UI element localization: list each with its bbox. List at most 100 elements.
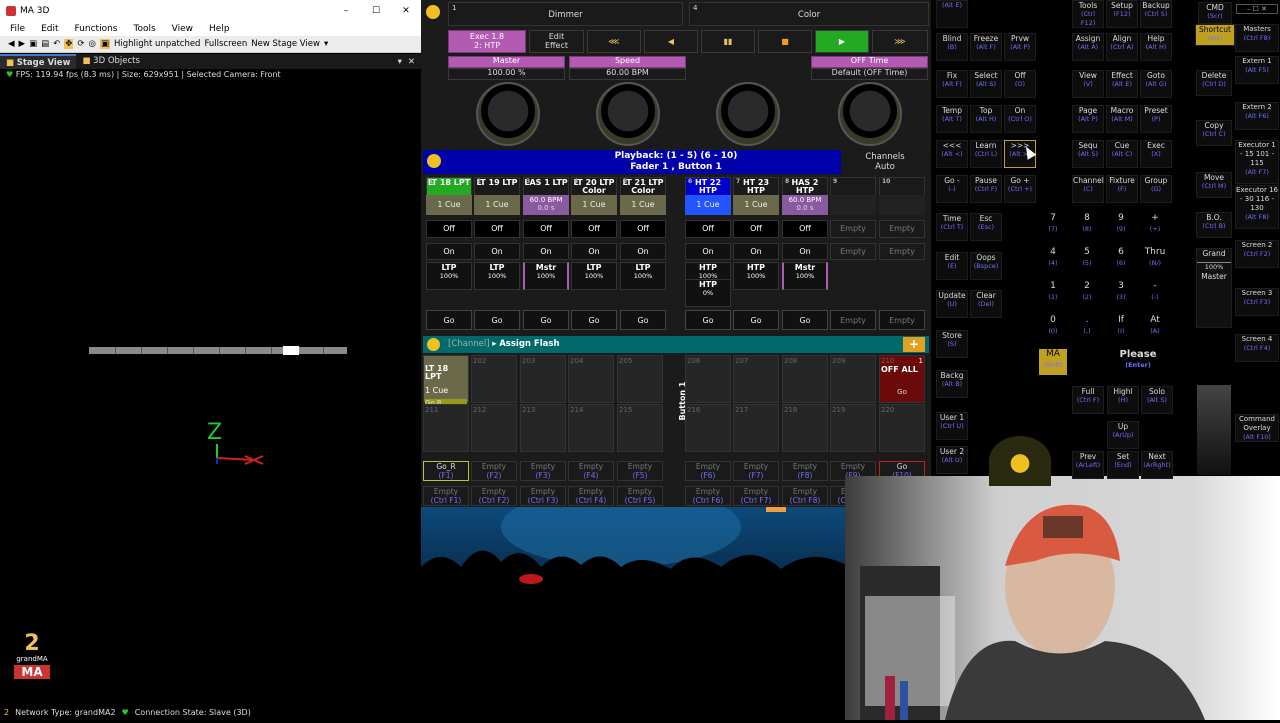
exec-dimmer[interactable]: 1 Dimmer [448, 2, 683, 26]
channel-cell-213[interactable]: 213 [520, 404, 566, 452]
numpad-key[interactable]: . (,) [1073, 315, 1101, 343]
exec-go-button[interactable]: Go [571, 310, 617, 330]
key-prev[interactable]: Prev (ArLeft) [1072, 451, 1104, 479]
exec-header-7[interactable]: 7 HT 23 HTP [733, 177, 779, 196]
maximize-icon[interactable]: ☐ [361, 6, 391, 16]
exec-selector-button[interactable]: Exec 1.8 2: HTP [448, 30, 526, 53]
exec-effect-info[interactable]: 60.0 BPM 0.0 s [782, 195, 828, 215]
exec-go-button[interactable]: Go [685, 310, 731, 330]
numpad-key[interactable]: 7 (7) [1039, 213, 1067, 241]
ma-shift-key[interactable]: MA (Shift) [1039, 349, 1067, 375]
exec-on-button[interactable]: On [685, 243, 731, 260]
exec-header-3[interactable]: 3 LAS 1 LTP [523, 177, 569, 196]
key-macro[interactable]: Macro (Alt M) [1106, 105, 1138, 133]
key-time[interactable]: Time (Ctrl T) [936, 213, 968, 241]
exec-on-button[interactable]: On [523, 243, 569, 260]
minimize-icon[interactable]: – [331, 6, 361, 16]
exec-on-button[interactable]: On [426, 243, 472, 260]
exec-on-button[interactable]: On [733, 243, 779, 260]
exec-go-button[interactable]: Go [782, 310, 828, 330]
channel-cell-202[interactable]: 202 [471, 355, 517, 403]
key-clear[interactable]: Clear (Del) [970, 290, 1002, 318]
menu-help[interactable]: Help [209, 24, 230, 34]
page-knob-icon[interactable] [426, 5, 440, 19]
exec-effect-info[interactable]: 60.0 BPM 0.0 s [523, 195, 569, 215]
key-executor-16-30-116-130[interactable]: Executor 16 - 30 116 - 130 (Alt F8) [1235, 185, 1279, 229]
exec-fader[interactable]: Mstr 100% [523, 262, 569, 290]
key-esc[interactable]: Esc (Esc) [970, 213, 1002, 241]
fkey-6[interactable]: Empty (F6) [685, 461, 731, 481]
key-executor-1-15-101-115[interactable]: Executor 1 - 15 101 - 115 (Alt F7) [1235, 140, 1279, 184]
fkey-2[interactable]: Empty (F2) [471, 461, 517, 481]
menu-tools[interactable]: Tools [133, 24, 155, 34]
key-channel[interactable]: Channel (C) [1072, 175, 1104, 203]
exec-header-6[interactable]: 6 HT 22 HTP [685, 177, 731, 196]
channel-cell-205[interactable]: 205 [617, 355, 663, 403]
channel-cell-216[interactable]: 216 [685, 404, 731, 452]
channel-cell-217[interactable]: 217 [733, 404, 779, 452]
numpad-key[interactable]: Thru (N/) [1141, 247, 1169, 275]
exec-go-button[interactable]: Go [523, 310, 569, 330]
exec-header-9[interactable]: 9 [830, 177, 876, 196]
key-set[interactable]: Set (End) [1107, 451, 1139, 479]
key-delete[interactable]: Delete (Ctrl D) [1196, 70, 1232, 96]
forward-icon[interactable]: ▶ [19, 39, 26, 49]
key-update[interactable]: Update (U) [936, 290, 968, 318]
encoder-knob-3[interactable] [716, 82, 780, 146]
key-backup[interactable]: Backup (Ctrl S) [1140, 0, 1172, 28]
back-button[interactable]: ◀ [644, 30, 698, 53]
tab-stage-view[interactable]: ■ Stage View [0, 54, 77, 69]
exec-on-button[interactable]: On [620, 243, 666, 260]
exec-on-button[interactable]: On [782, 243, 828, 260]
pause-button[interactable]: ▮▮ [701, 30, 755, 53]
htp-box[interactable]: HTP 0% [685, 279, 731, 307]
key-full[interactable]: Full (Ctrl F) [1072, 386, 1104, 414]
play-button[interactable]: ▶ [815, 30, 869, 53]
fkey-4[interactable]: Empty (F4) [568, 461, 614, 481]
channel-cell-206[interactable]: 206 [685, 355, 731, 403]
channel-cell-209[interactable]: 209 [830, 355, 876, 403]
exec-header-10[interactable]: 10 [879, 177, 925, 196]
key-sequ[interactable]: Sequ (Alt S) [1072, 140, 1104, 168]
numpad-key[interactable]: 5 (5) [1073, 247, 1101, 275]
fkey-3[interactable]: Empty (F3) [520, 461, 566, 481]
menu-view[interactable]: View [172, 24, 193, 34]
key-exec[interactable]: Exec (X) [1140, 140, 1172, 168]
key-b-o-[interactable]: B.O. (Ctrl B) [1196, 212, 1232, 238]
exec-off-button[interactable]: Off [620, 220, 666, 238]
fkey-ctrl-1[interactable]: Empty (Ctrl F1) [423, 486, 469, 506]
fkey-ctrl-2[interactable]: Empty (Ctrl F2) [471, 486, 517, 506]
exec-off-button[interactable]: Off [782, 220, 828, 238]
key-gox[interactable]: Go + (Ctrl +) [1004, 175, 1036, 203]
key-cue[interactable]: Cue (Alt C) [1106, 140, 1138, 168]
tab-close-icon[interactable]: ✕ [408, 57, 415, 67]
exec-off-button[interactable]: Off [571, 220, 617, 238]
numpad-key[interactable]: 3 (3) [1107, 281, 1135, 309]
fkey-8[interactable]: Empty (F8) [782, 461, 828, 481]
key-effect[interactable]: Effect (Alt E) [1106, 70, 1138, 98]
fkey-ctrl-8[interactable]: Empty (Ctrl F8) [782, 486, 828, 506]
shortcut-key[interactable]: Shortcut (Ins) [1195, 24, 1235, 46]
channel-cell-203[interactable]: 203 [520, 355, 566, 403]
key-move[interactable]: Move (Ctrl M) [1196, 172, 1232, 198]
fkey-5[interactable]: Empty (F5) [617, 461, 663, 481]
exec-off-button[interactable]: Off [685, 220, 731, 238]
exec-cue[interactable]: 1 Cue [571, 195, 617, 215]
key-page[interactable]: Page (Alt P) [1072, 105, 1104, 133]
exec-header-2[interactable]: 2 LT 19 LTP [474, 177, 520, 196]
fast-back-button[interactable]: ⋘ [587, 30, 641, 53]
key-masters[interactable]: Masters (Ctrl F8) [1235, 24, 1279, 52]
playback-knob-icon[interactable] [427, 154, 441, 168]
fkey-ctrl-4[interactable]: Empty (Ctrl F4) [568, 486, 614, 506]
fkey-1[interactable]: Go_R (F1) [423, 461, 469, 481]
exec-on-button[interactable]: Empty [830, 243, 876, 260]
zoom-icon[interactable]: ◎ [89, 39, 96, 49]
key-extern-1[interactable]: Extern 1 (Alt F5) [1235, 56, 1279, 84]
key-backg[interactable]: Backg (Alt B) [936, 370, 968, 398]
undo-icon[interactable]: ↶ [53, 39, 60, 49]
exec-header-4[interactable]: 4 LT 20 LTP Color [571, 177, 617, 196]
key-go-[interactable]: Go - (-) [936, 175, 968, 203]
channel-cell-218[interactable]: 218 [782, 404, 828, 452]
channel-cell-201[interactable]: 201 LT 18 LPT 1 Cue Go R [423, 355, 469, 407]
numpad-key[interactable]: 4 (4) [1039, 247, 1067, 275]
